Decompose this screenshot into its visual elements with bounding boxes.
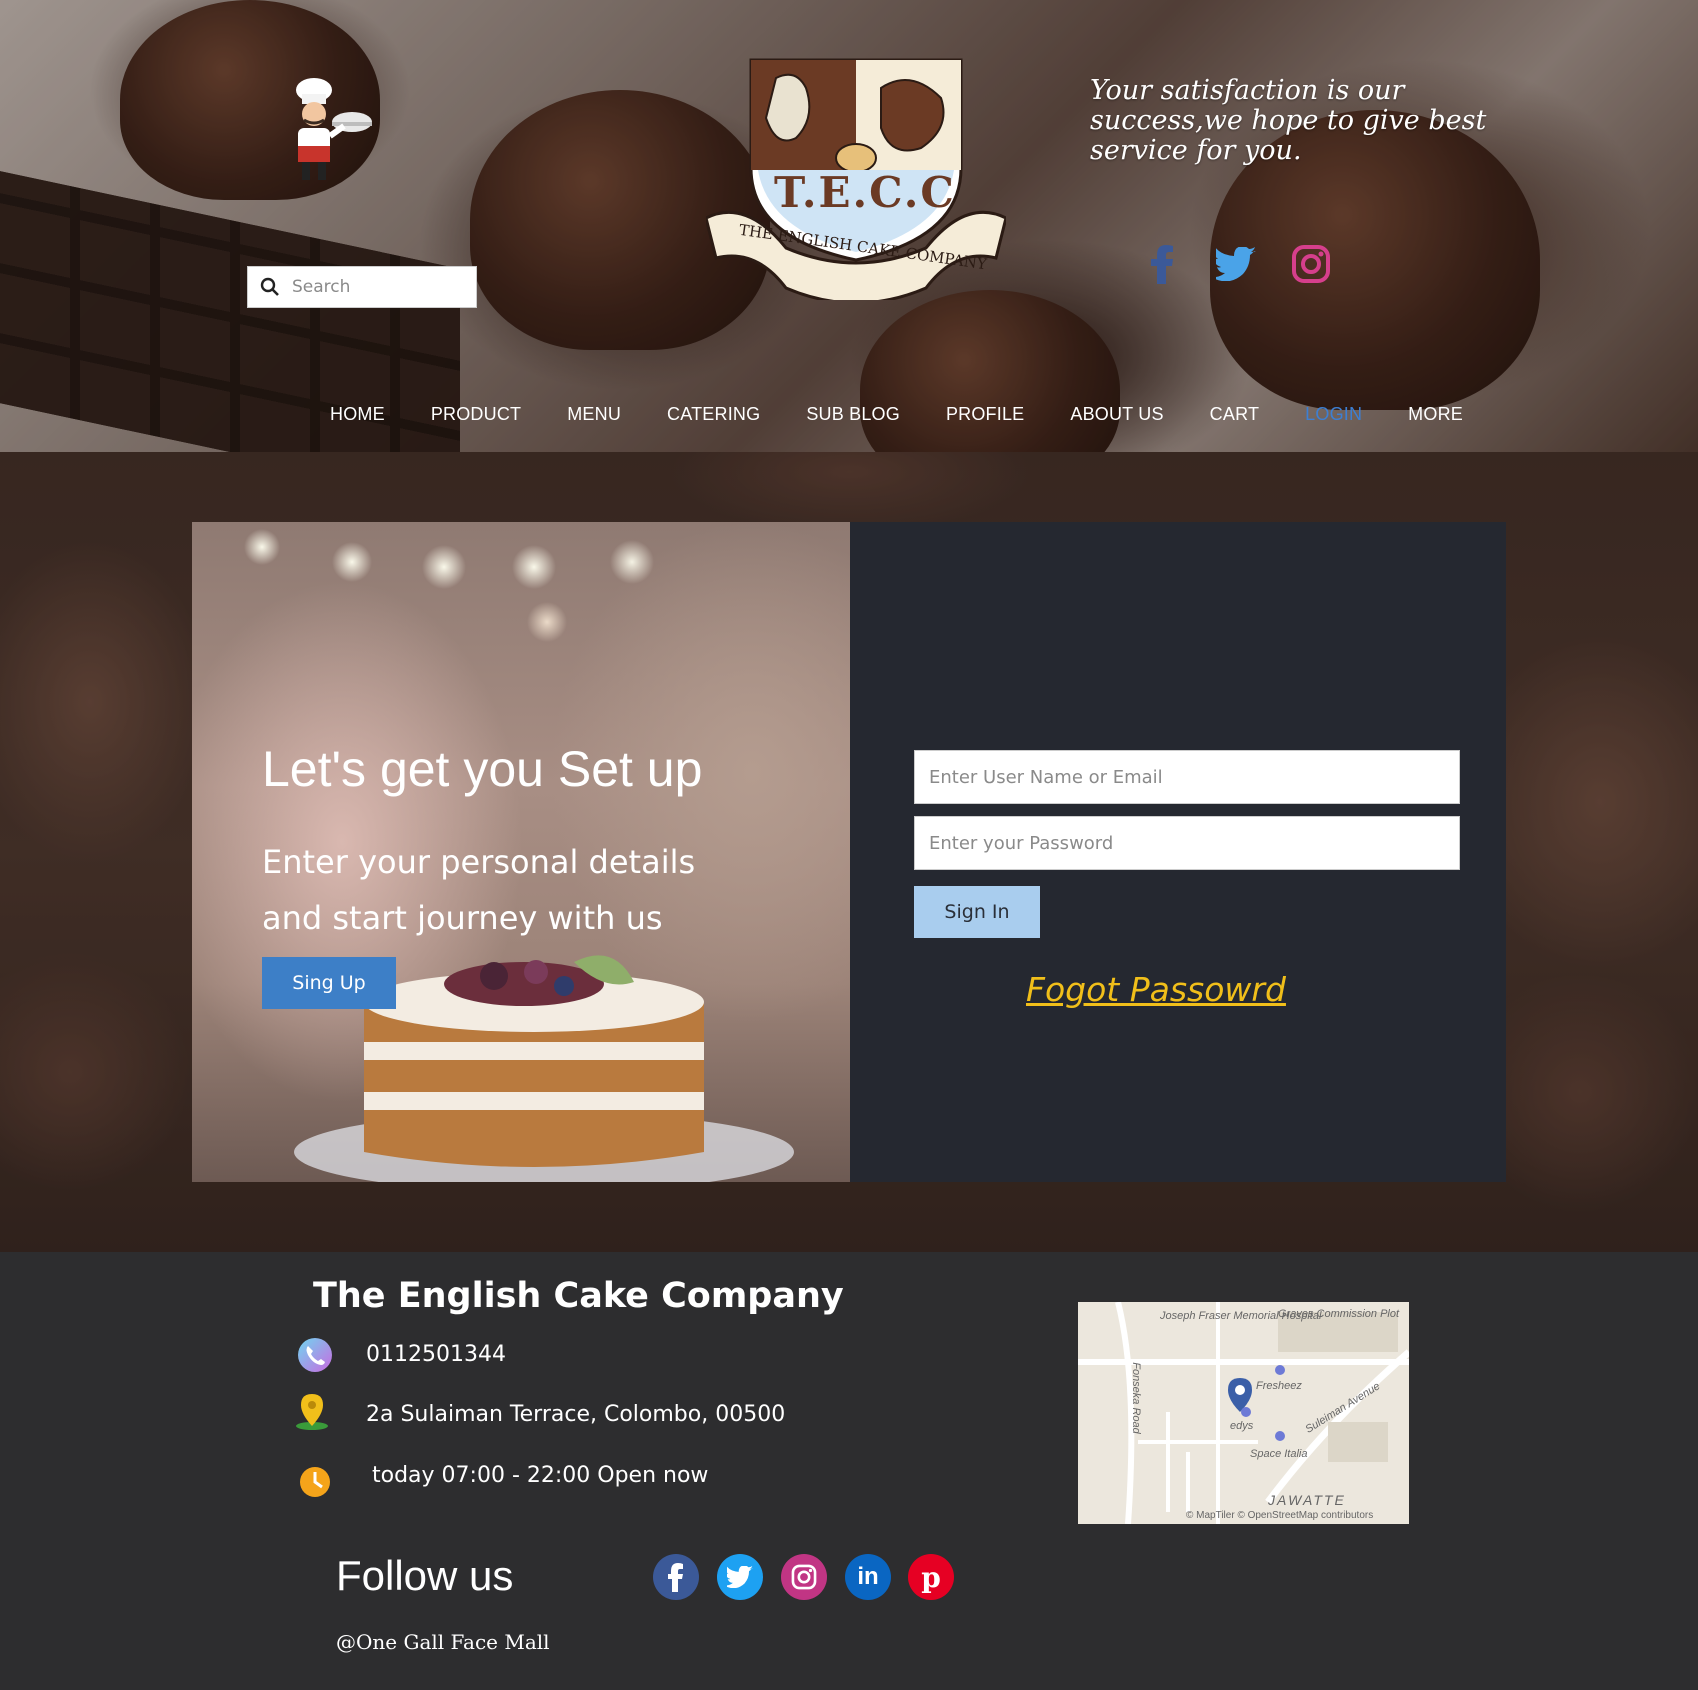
signup-button[interactable]: Sing Up xyxy=(262,957,396,1009)
login-section: Let's get you Set up Enter your personal… xyxy=(0,452,1698,1252)
twitter-icon[interactable] xyxy=(717,1554,763,1600)
username-field[interactable] xyxy=(914,750,1460,804)
instagram-icon[interactable] xyxy=(781,1554,827,1600)
footer-address: 2a Sulaiman Terrace, Colombo, 00500 xyxy=(366,1402,786,1427)
phone-icon xyxy=(298,1338,332,1372)
footer-handle: @One Gall Face Mall xyxy=(336,1630,550,1654)
nav-login[interactable]: LOGIN xyxy=(1305,404,1362,432)
page: T.E.C.C THE ENGLISH CAKE COMPANY Your sa… xyxy=(0,0,1698,1690)
map-label: edys xyxy=(1230,1420,1254,1432)
forgot-password-link[interactable]: Fogot Passowrd xyxy=(1026,970,1286,1009)
clock-icon xyxy=(300,1467,330,1497)
map-label: Fonseka Road xyxy=(1129,1362,1142,1434)
nav-product[interactable]: PRODUCT xyxy=(431,404,521,432)
follow-us-label: Follow us xyxy=(336,1552,514,1599)
nav-profile[interactable]: PROFILE xyxy=(946,404,1024,432)
nav-catering[interactable]: CATERING xyxy=(667,404,760,432)
pinterest-icon[interactable]: p xyxy=(908,1554,954,1600)
nav-about-us[interactable]: ABOUT US xyxy=(1070,404,1163,432)
facebook-icon[interactable] xyxy=(1140,242,1184,286)
footer-hours: today 07:00 - 22:00 Open now xyxy=(372,1463,709,1488)
facebook-icon[interactable] xyxy=(653,1554,699,1600)
signup-title: Let's get you Set up xyxy=(262,741,703,797)
nav-sub-blog[interactable]: SUB BLOG xyxy=(806,404,900,432)
tagline: Your satisfaction is our success,we hope… xyxy=(1090,75,1487,166)
map-attribution: © MapTiler © OpenStreetMap contributors xyxy=(1186,1510,1374,1521)
search-input[interactable] xyxy=(292,277,462,297)
signin-button[interactable]: Sign In xyxy=(914,886,1040,938)
twitter-icon[interactable] xyxy=(1214,242,1258,286)
instagram-icon[interactable] xyxy=(1289,242,1333,286)
footer-company-name: The English Cake Company xyxy=(313,1276,844,1316)
footer-phone: 0112501344 xyxy=(366,1342,506,1367)
site-header: T.E.C.C THE ENGLISH CAKE COMPANY Your sa… xyxy=(0,0,1698,452)
search-icon xyxy=(260,277,279,296)
signup-panel: Let's get you Set up Enter your personal… xyxy=(192,522,850,1182)
chef-mascot-icon xyxy=(296,78,372,180)
main-nav: HOME PRODUCT MENU CATERING SUB BLOG PROF… xyxy=(330,404,1509,432)
password-field[interactable] xyxy=(914,816,1460,870)
location-icon xyxy=(296,1394,328,1430)
nav-cart[interactable]: CART xyxy=(1210,404,1259,432)
map-label: Graves Commission Plot xyxy=(1278,1308,1400,1320)
signup-subtitle: Enter your personal details and start jo… xyxy=(262,843,696,937)
map-label: JAWATTE xyxy=(1268,1492,1346,1508)
map-streets xyxy=(1078,1302,1409,1524)
map-label: Space Italia xyxy=(1250,1448,1308,1460)
site-footer: The English Cake Company 0112501344 2a S… xyxy=(0,1252,1698,1690)
login-form-panel: Sign In Fogot Passowrd xyxy=(850,522,1506,1182)
logo-initials: T.E.C.C xyxy=(774,168,956,217)
nav-menu[interactable]: MENU xyxy=(567,404,621,432)
map-label: Fresheez xyxy=(1256,1380,1302,1392)
search-bar[interactable] xyxy=(247,266,477,308)
linkedin-icon[interactable]: in xyxy=(845,1554,891,1600)
nav-home[interactable]: HOME xyxy=(330,404,385,432)
nav-more[interactable]: MORE xyxy=(1408,404,1463,432)
location-map[interactable]: Joseph Fraser Memorial Hospital Graves C… xyxy=(1078,1302,1409,1524)
